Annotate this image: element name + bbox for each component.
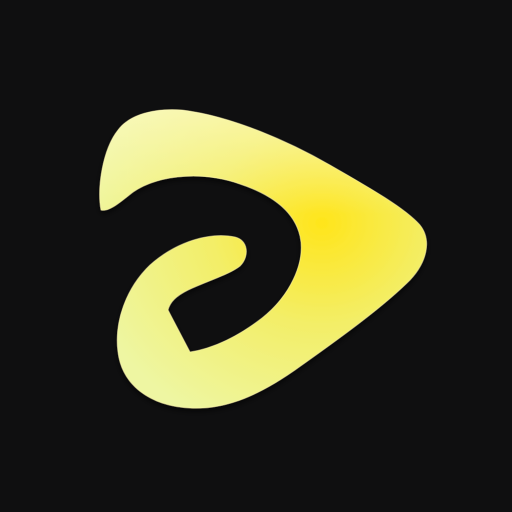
logo-glyph (99, 109, 428, 409)
play-swirl-logo-icon (99, 109, 428, 409)
app-icon-canvas (0, 0, 512, 512)
